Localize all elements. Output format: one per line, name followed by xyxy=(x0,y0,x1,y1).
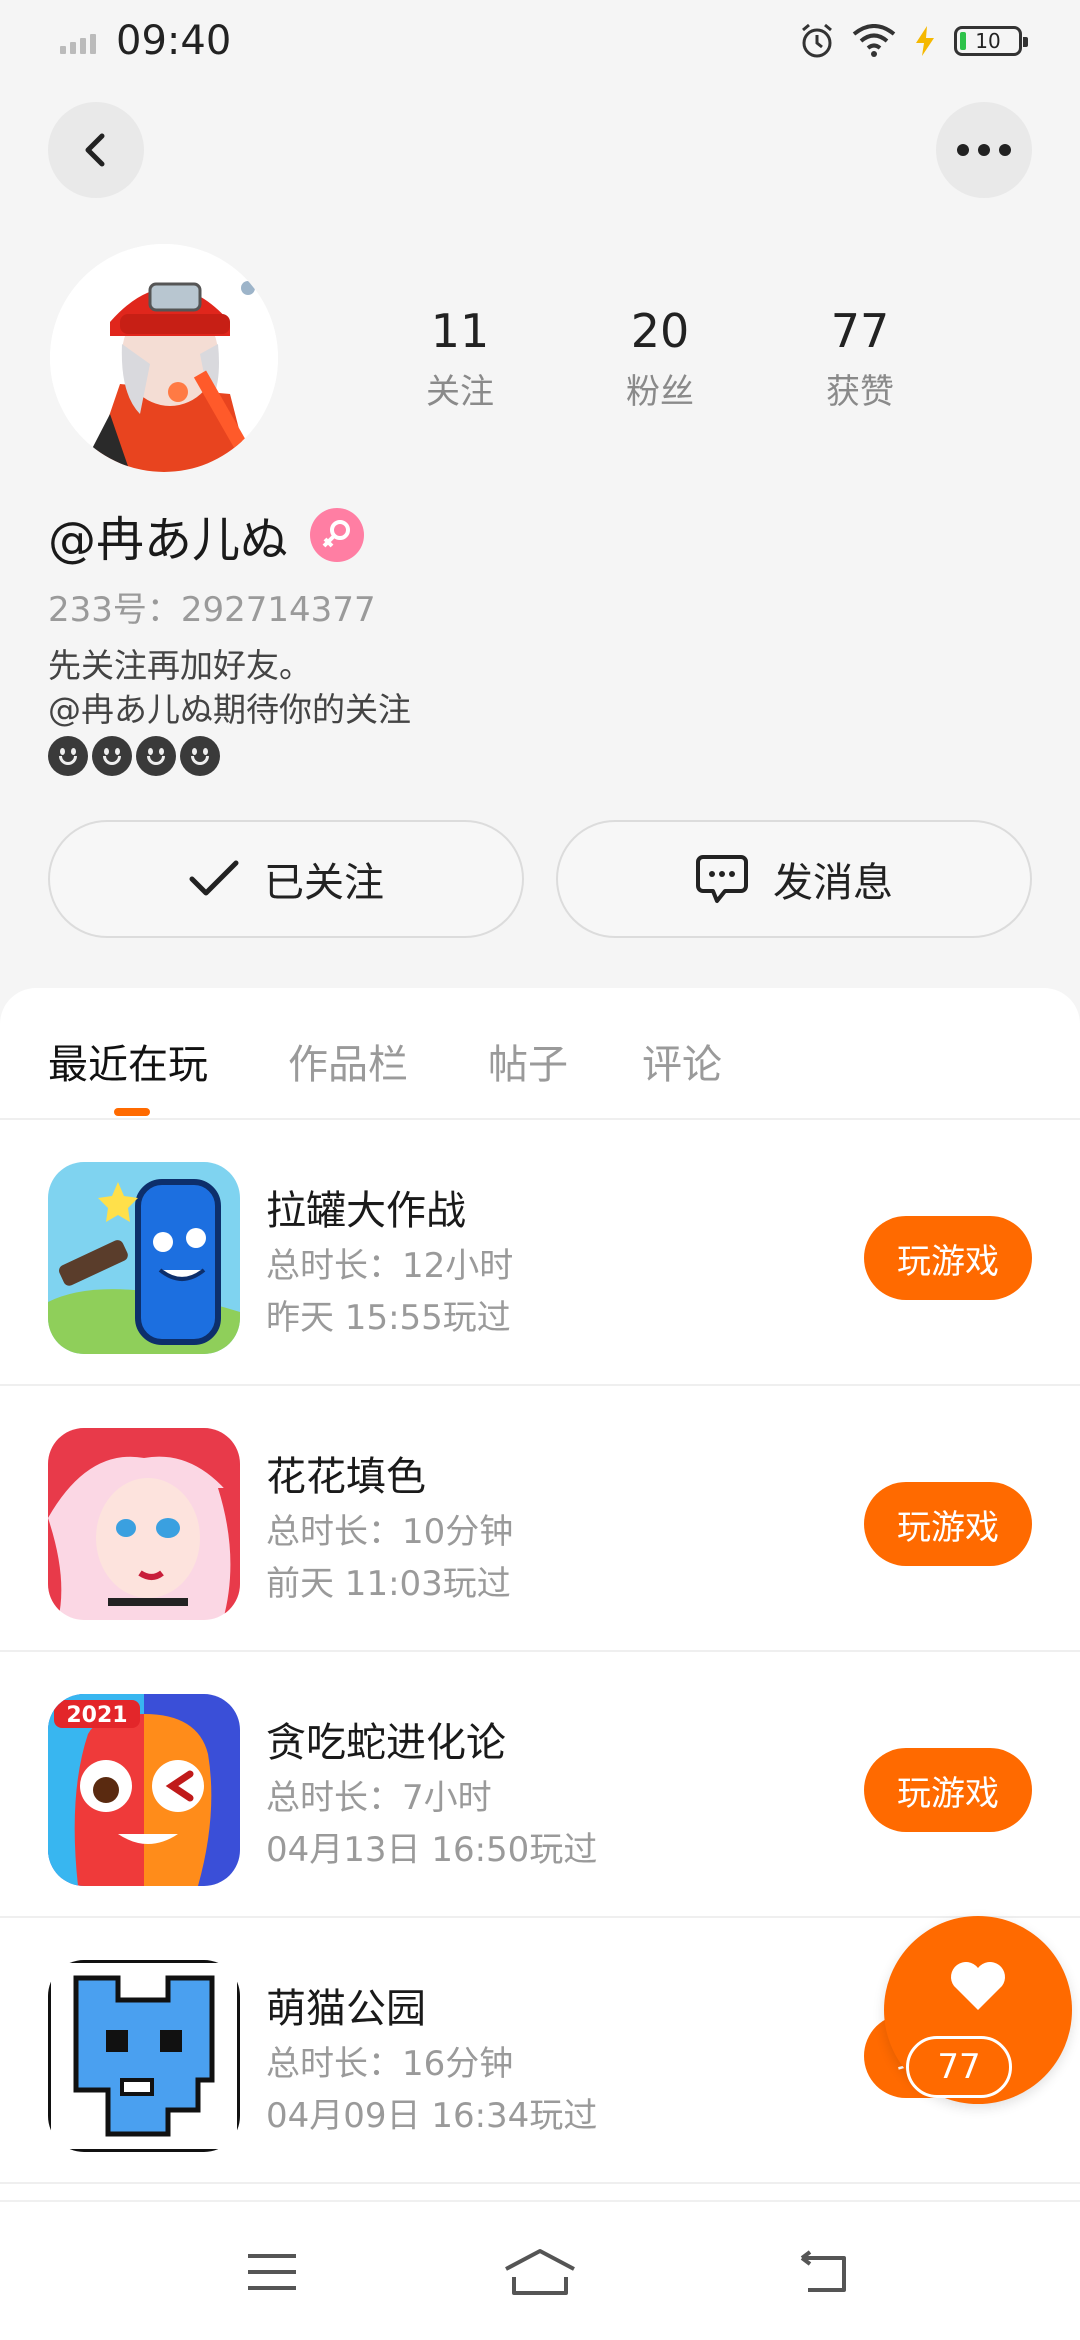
heart-icon xyxy=(951,1962,1005,2010)
game-icon xyxy=(48,1428,240,1620)
game-name: 萌猫公园 xyxy=(266,1986,426,2032)
stat-following-label: 关注 xyxy=(426,372,494,412)
content-panel: 最近在玩 作品栏 帖子 评论 拉罐大作战 总时长：12小时 昨天 15:55玩过… xyxy=(0,988,1080,2340)
stat-likes-count: 77 xyxy=(830,304,890,358)
game-last-played: 04月09日 16:34玩过 xyxy=(266,2096,598,2136)
alarm-icon xyxy=(802,23,832,58)
game-icon xyxy=(48,1162,240,1354)
checkmark-icon xyxy=(189,860,239,896)
play-game-button[interactable]: 玩游戏 xyxy=(864,1482,1032,1566)
game-list-item[interactable]: 拉罐大作战 总时长：12小时 昨天 15:55玩过 玩游戏 xyxy=(0,1120,1080,1386)
tab-recently-played[interactable]: 最近在玩 xyxy=(48,1032,208,1090)
game-duration: 总时长：12小时 xyxy=(266,1246,514,1286)
chat-bubble-icon xyxy=(696,855,748,903)
game-duration: 总时长：16分钟 xyxy=(266,2044,514,2084)
game-name: 拉罐大作战 xyxy=(266,1188,466,1234)
profile-stats: 11 关注 20 粉丝 77 获赞 xyxy=(360,304,960,413)
female-gender-icon xyxy=(310,508,365,562)
wifi-icon xyxy=(852,24,896,57)
charging-icon xyxy=(916,26,934,56)
smiley-icon xyxy=(92,736,132,776)
play-game-button[interactable]: 玩游戏 xyxy=(864,1748,1032,1832)
home-icon xyxy=(505,2249,575,2295)
game-last-played: 前天 11:03玩过 xyxy=(266,1564,511,1604)
return-icon xyxy=(800,2250,846,2292)
stat-fans-label: 粉丝 xyxy=(626,372,694,412)
followed-label: 已关注 xyxy=(264,860,384,906)
back-button[interactable] xyxy=(48,102,144,198)
stat-fans[interactable]: 20 粉丝 xyxy=(580,304,740,413)
more-button[interactable] xyxy=(936,102,1032,198)
tab-works[interactable]: 作品栏 xyxy=(288,1032,408,1090)
signal-icon xyxy=(60,34,96,54)
menu-icon xyxy=(248,2254,296,2290)
bio-emoji-row xyxy=(48,736,411,776)
send-message-label: 发消息 xyxy=(773,860,893,906)
more-icon xyxy=(957,144,1011,156)
game-name: 贪吃蛇进化论 xyxy=(266,1720,506,1766)
game-icon: 2021 xyxy=(48,1694,240,1886)
username: @冉あ儿ぬ xyxy=(48,512,289,568)
game-duration: 总时长：7小时 xyxy=(266,1778,492,1818)
status-bar: 09:40 10 xyxy=(0,0,1080,86)
like-count: 77 xyxy=(906,2036,1012,2098)
smiley-icon xyxy=(48,736,88,776)
game-duration: 总时长：10分钟 xyxy=(266,1512,514,1552)
tab-comments[interactable]: 评论 xyxy=(642,1032,722,1090)
game-name: 花花填色 xyxy=(266,1454,426,1500)
tab-bar: 最近在玩 作品栏 帖子 评论 xyxy=(0,988,1080,1120)
battery-level: 10 xyxy=(975,29,1001,53)
stat-following-count: 11 xyxy=(430,304,490,358)
stat-fans-count: 20 xyxy=(630,304,690,358)
status-time: 09:40 xyxy=(116,18,232,64)
smiley-icon xyxy=(136,736,176,776)
back-icon xyxy=(85,133,105,167)
game-icon-badge: 2021 xyxy=(66,1703,127,1728)
game-list-item[interactable]: 花花填色 总时长：10分钟 前天 11:03玩过 玩游戏 xyxy=(0,1386,1080,1652)
avatar[interactable] xyxy=(50,244,278,472)
smiley-icon xyxy=(180,736,220,776)
game-last-played: 04月13日 16:50玩过 xyxy=(266,1830,598,1870)
username-row: @冉あ儿ぬ xyxy=(48,500,365,570)
game-last-played: 昨天 15:55玩过 xyxy=(266,1298,511,1338)
stat-likes-label: 获赞 xyxy=(826,372,894,412)
game-icon xyxy=(48,1960,240,2152)
stat-following[interactable]: 11 关注 xyxy=(380,304,540,413)
play-game-button[interactable]: 玩游戏 xyxy=(864,1216,1032,1300)
home-button[interactable] xyxy=(500,2242,580,2302)
active-tab-indicator xyxy=(114,1108,150,1116)
game-list-item[interactable]: 2021 贪吃蛇进化论 总时长：7小时 04月13日 16:50玩过 玩游戏 xyxy=(0,1652,1080,1918)
user-id: 233号：292714377 xyxy=(48,590,376,630)
user-bio: 先关注再加好友。 @冉あ儿ぬ期待你的关注 xyxy=(48,644,411,776)
menu-button[interactable] xyxy=(232,2242,312,2302)
system-navigation-bar xyxy=(0,2200,1080,2340)
followed-button[interactable]: 已关注 xyxy=(48,820,524,938)
bio-line-1: 先关注再加好友。 xyxy=(48,646,312,685)
bio-line-2: @冉あ儿ぬ期待你的关注 xyxy=(48,690,411,729)
tab-posts[interactable]: 帖子 xyxy=(488,1032,568,1090)
battery-icon: 10 xyxy=(954,26,1028,56)
stat-likes[interactable]: 77 获赞 xyxy=(780,304,940,413)
back-nav-button[interactable] xyxy=(782,2242,862,2302)
send-message-button[interactable]: 发消息 xyxy=(556,820,1032,938)
